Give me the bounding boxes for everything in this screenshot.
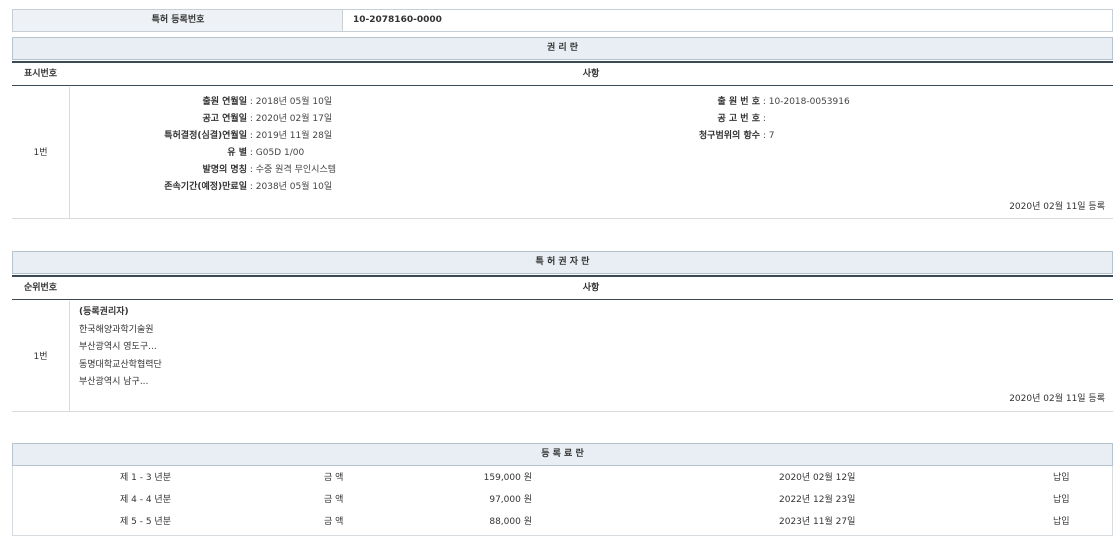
fee-amount: 159,000 원 <box>412 468 532 488</box>
holder-row-bottom <box>12 411 1113 412</box>
fee-period: 제 1 - 3 년분 <box>120 468 171 488</box>
holder-col-no-header: 순위번호 <box>12 277 69 300</box>
holder-lines: (등록권리자) 한국해양과학기술원 부산광역시 영도구... 동명대학교산학협력… <box>79 305 579 393</box>
fee-status: 납입 <box>1053 468 1070 488</box>
holder-column-divider <box>69 301 70 412</box>
field-claim-count: 청구범위의 항수 : 7 <box>560 129 1010 146</box>
field-decision-date: 특허결정(심결)연월일 : 2019년 11월 28일 <box>70 129 570 146</box>
holder-col-items-header: 사항 <box>69 277 1113 300</box>
field-application-number: 출 원 번 호 : 10-2018-0053916 <box>560 95 1010 112</box>
rights-col-no-header: 표시번호 <box>12 63 69 86</box>
rights-left-fields: 출원 연월일 : 2018년 05월 10일 공고 연월일 : 2020년 02… <box>70 95 570 197</box>
fees-section-title: 등 록 료 란 <box>12 443 1113 466</box>
holder-line-role: (등록권리자) <box>79 305 579 323</box>
holder-line-name-1: 한국해양과학기술원 <box>79 323 579 341</box>
fee-amount-label: 금 액 <box>324 490 343 510</box>
fee-amount-label: 금 액 <box>324 468 343 488</box>
registration-label: 특허 등록번호 <box>13 10 343 31</box>
fee-row: 제 1 - 3 년분 금 액 159,000 원 2020년 02월 12일 납… <box>12 468 1113 488</box>
rights-col-items-header: 사항 <box>69 63 1113 86</box>
rights-registered-date: 2020년 02월 11일 등록 <box>800 199 1105 212</box>
fee-period: 제 5 - 5 년분 <box>120 512 171 532</box>
field-publication-date: 공고 연월일 : 2020년 02월 17일 <box>70 112 570 129</box>
fee-date: 2023년 11월 27일 <box>779 512 855 532</box>
fee-status: 납입 <box>1053 490 1070 510</box>
fee-date: 2022년 12월 23일 <box>779 490 855 510</box>
field-classification: 유 별 : G05D 1/00 <box>70 146 570 163</box>
field-invention-title: 발명의 명칭 : 수중 원격 무인시스템 <box>70 163 570 180</box>
field-publication-number: 공 고 번 호 : <box>560 112 1010 129</box>
rights-section-title: 권 리 란 <box>12 37 1113 60</box>
rights-row-bottom <box>12 218 1113 219</box>
fee-row: 제 5 - 5 년분 금 액 88,000 원 2023년 11월 27일 납입 <box>12 512 1113 532</box>
fee-amount: 88,000 원 <box>412 512 532 532</box>
holder-line-name-2: 동명대학교산학협력단 <box>79 358 579 376</box>
field-application-date: 출원 연월일 : 2018년 05월 10일 <box>70 95 570 112</box>
holder-section-title: 특 허 권 자 란 <box>12 251 1113 274</box>
registration-number: 10-2078160-0000 <box>353 10 442 31</box>
fee-amount: 97,000 원 <box>412 490 532 510</box>
fee-amount-label: 금 액 <box>324 512 343 532</box>
registration-label-cell: 특허 등록번호 <box>12 9 342 32</box>
rights-row-number: 1번 <box>12 145 69 158</box>
holder-registered-date: 2020년 02월 11일 등록 <box>800 391 1105 404</box>
field-expiry-date: 존속기간(예정)만료일 : 2038년 05월 10일 <box>70 180 570 197</box>
fee-date: 2020년 02월 12일 <box>779 468 855 488</box>
fee-row: 제 4 - 4 년분 금 액 97,000 원 2022년 12월 23일 납입 <box>12 490 1113 510</box>
fee-status: 납입 <box>1053 512 1070 532</box>
fee-period: 제 4 - 4 년분 <box>120 490 171 510</box>
rights-right-fields: 출 원 번 호 : 10-2018-0053916 공 고 번 호 : 청구범위… <box>560 95 1010 146</box>
holder-line-address-1: 부산광역시 영도구... <box>79 340 579 358</box>
registration-number-cell: 10-2078160-0000 <box>342 9 1113 32</box>
holder-row-number: 1번 <box>12 349 69 362</box>
holder-line-address-2: 부산광역시 남구... <box>79 375 579 393</box>
